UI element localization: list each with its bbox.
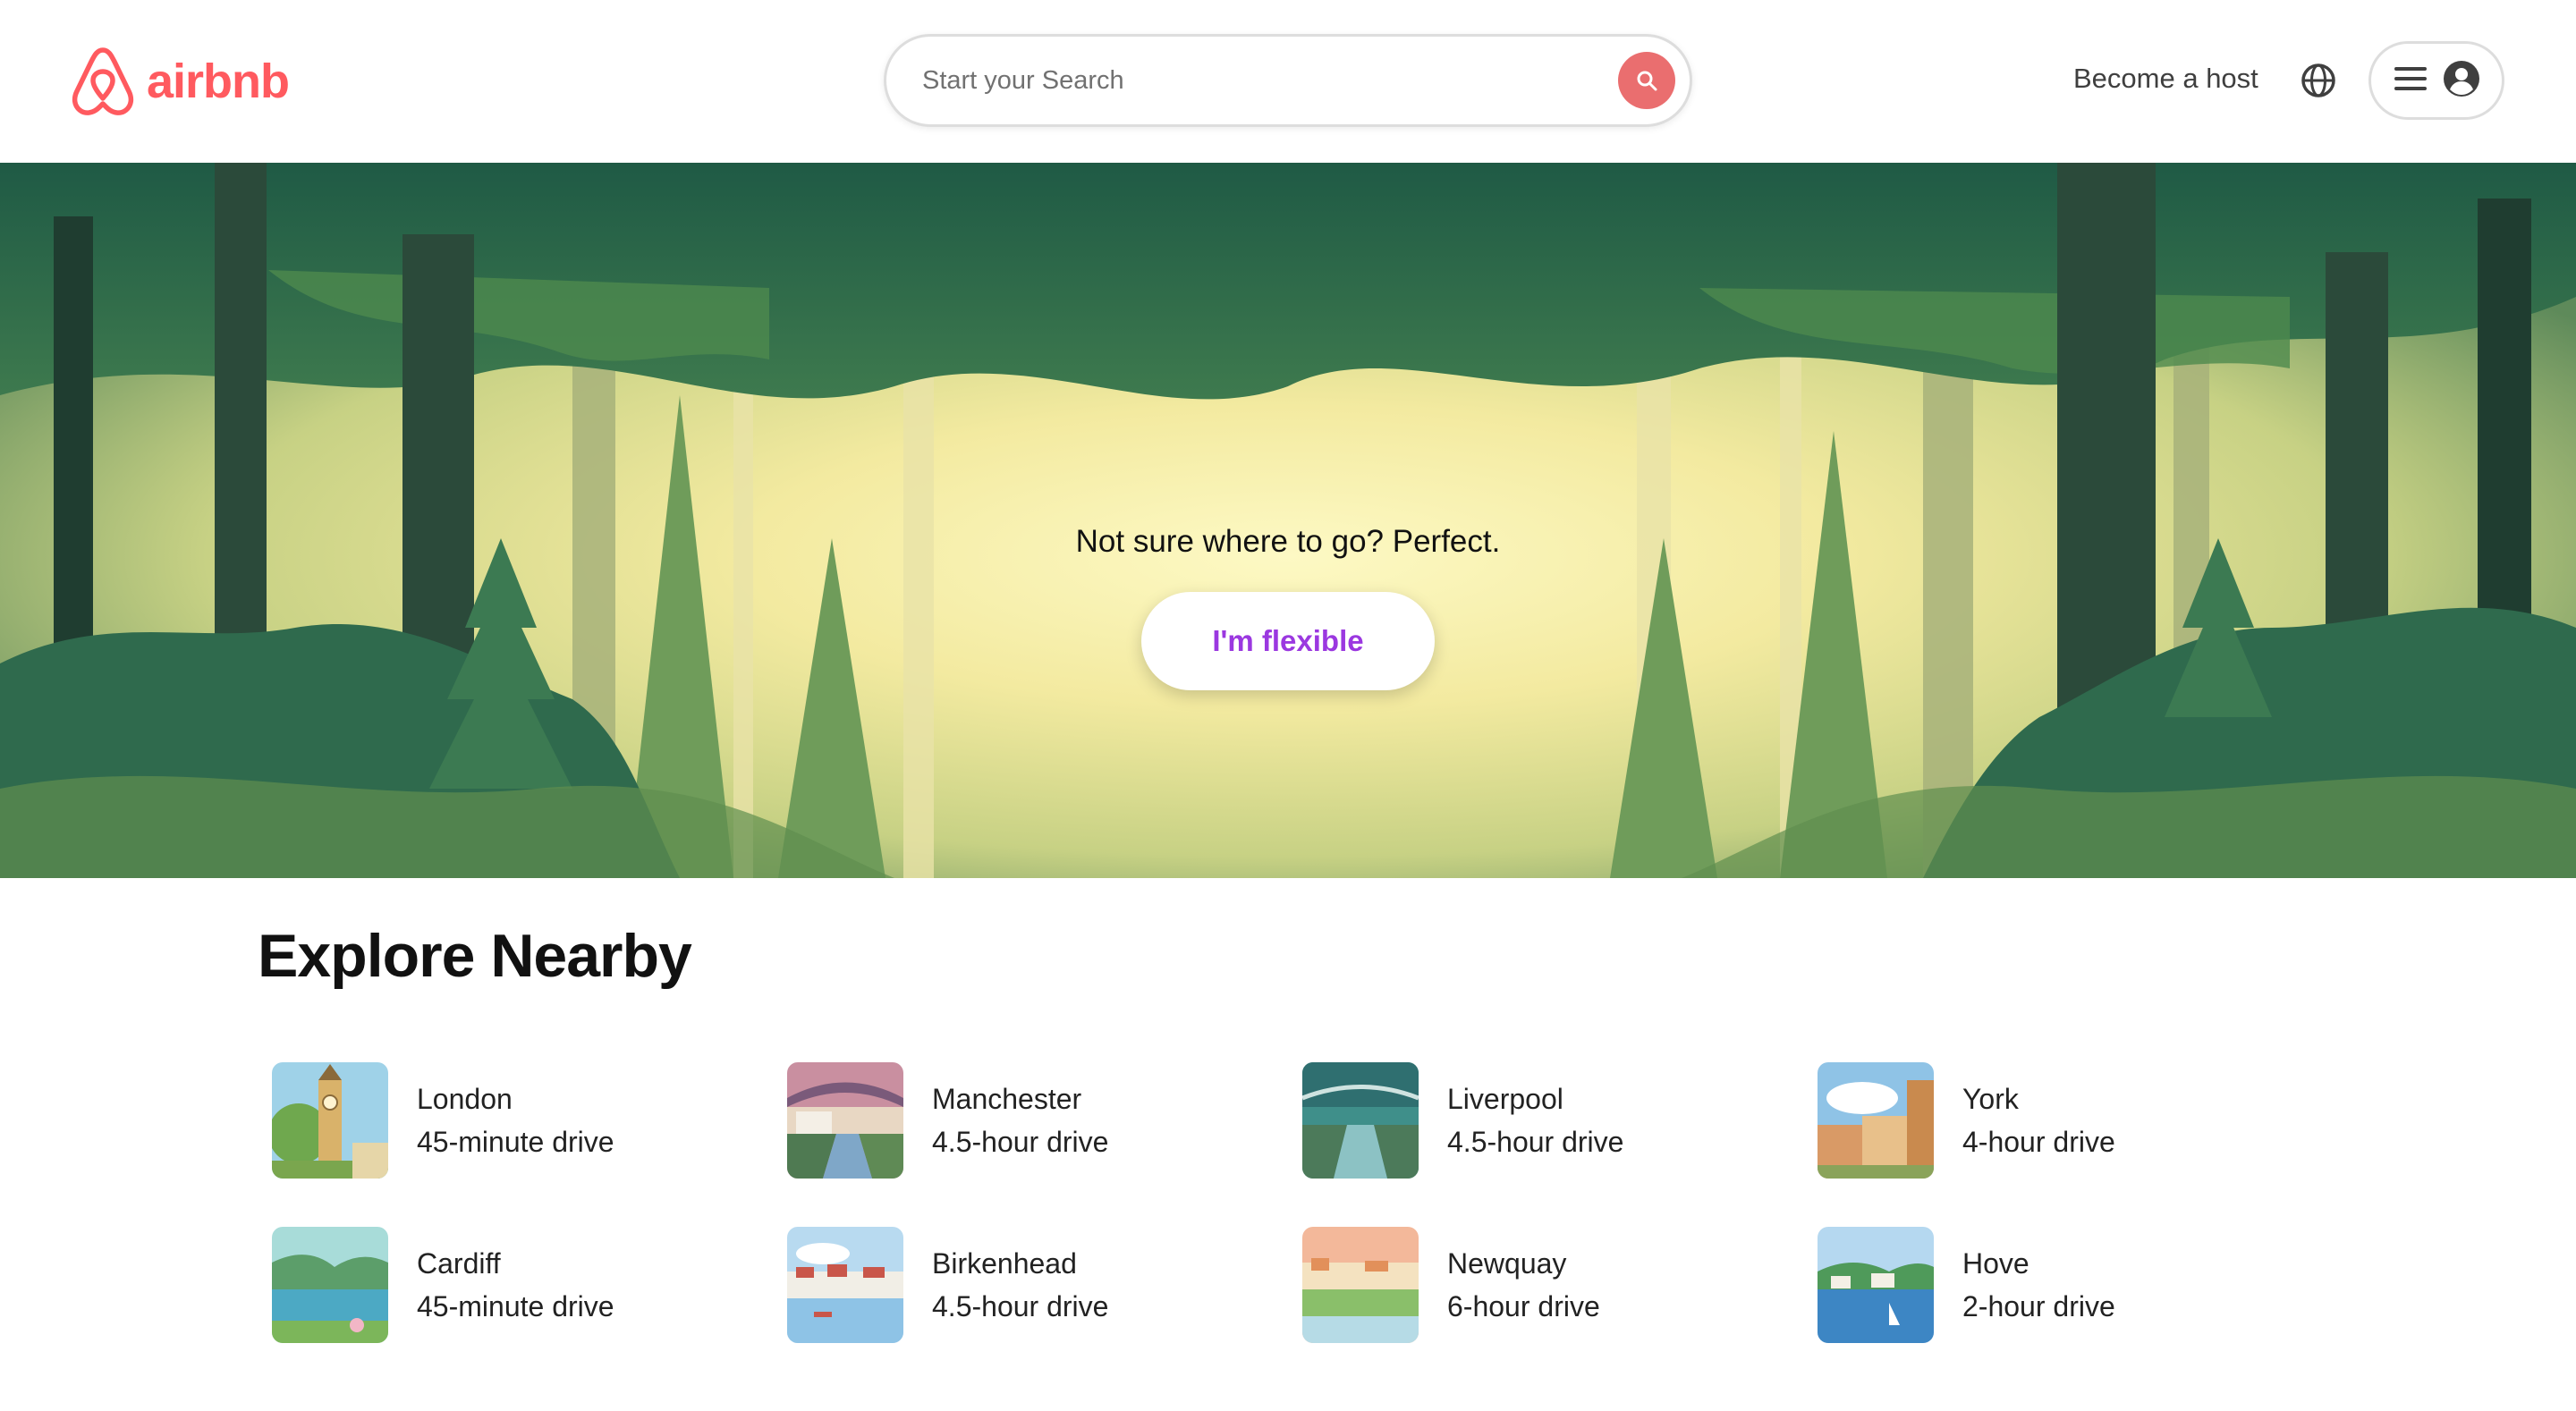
destination-card-london[interactable]: London 45-minute drive — [272, 1062, 719, 1179]
brand-name: airbnb — [147, 55, 290, 108]
destination-drive-time: 2-hour drive — [1962, 1290, 2115, 1322]
destination-drive-time: 4.5-hour drive — [932, 1126, 1109, 1158]
destination-thumbnail — [787, 1227, 903, 1343]
destination-card-liverpool[interactable]: Liverpool 4.5-hour drive — [1302, 1062, 1750, 1179]
explore-nearby-grid: London 45-minute drive Manchester 4.5-ho… — [272, 1062, 2419, 1348]
airbnb-logo-icon — [72, 47, 134, 115]
destination-thumbnail — [787, 1062, 903, 1179]
explore-nearby-heading: Explore Nearby — [258, 922, 692, 990]
im-flexible-button[interactable]: I'm flexible — [1141, 592, 1435, 690]
destination-card-cardiff[interactable]: Cardiff 45-minute drive — [272, 1227, 719, 1343]
destination-city: Birkenhead — [932, 1247, 1077, 1280]
destination-city: Hove — [1962, 1247, 2029, 1280]
destination-thumbnail — [1818, 1227, 1934, 1343]
destination-thumbnail — [1302, 1062, 1419, 1179]
language-button[interactable] — [2299, 61, 2338, 100]
search-icon — [1637, 71, 1657, 91]
destination-drive-time: 45-minute drive — [417, 1290, 614, 1322]
user-menu-button[interactable] — [2368, 41, 2504, 120]
search-bar[interactable] — [884, 34, 1692, 127]
destination-card-manchester[interactable]: Manchester 4.5-hour drive — [787, 1062, 1234, 1179]
hero-title: Not sure where to go? Perfect. — [1075, 524, 1501, 559]
hero-banner: Not sure where to go? Perfect. I'm flexi… — [0, 163, 2576, 878]
search-button[interactable] — [1618, 52, 1675, 109]
destination-thumbnail — [272, 1062, 388, 1179]
airbnb-logo[interactable]: airbnb — [70, 45, 290, 118]
destination-card-york[interactable]: York 4-hour drive — [1818, 1062, 2265, 1179]
destination-city: York — [1962, 1083, 2019, 1115]
destination-city: Cardiff — [417, 1247, 501, 1280]
menu-icon — [2394, 65, 2427, 97]
destination-drive-time: 6-hour drive — [1447, 1290, 1600, 1322]
destination-drive-time: 4-hour drive — [1962, 1126, 2115, 1158]
destination-city: London — [417, 1083, 513, 1115]
destination-drive-time: 45-minute drive — [417, 1126, 614, 1158]
destination-thumbnail — [272, 1227, 388, 1343]
destination-drive-time: 4.5-hour drive — [1447, 1126, 1624, 1158]
destination-thumbnail — [1818, 1062, 1934, 1179]
user-avatar-icon — [2443, 60, 2480, 102]
top-header: airbnb Become a host — [0, 0, 2576, 163]
become-a-host-link[interactable]: Become a host — [2073, 63, 2258, 95]
destination-card-newquay[interactable]: Newquay 6-hour drive — [1302, 1227, 1750, 1343]
forest-illustration — [0, 163, 2576, 878]
destination-city: Liverpool — [1447, 1083, 1563, 1115]
globe-icon — [2301, 63, 2335, 97]
destination-city: Newquay — [1447, 1247, 1567, 1280]
destination-city: Manchester — [932, 1083, 1082, 1115]
destination-card-hove[interactable]: Hove 2-hour drive — [1818, 1227, 2265, 1343]
destination-thumbnail — [1302, 1227, 1419, 1343]
search-input[interactable] — [922, 37, 1584, 124]
destination-card-birkenhead[interactable]: Birkenhead 4.5-hour drive — [787, 1227, 1234, 1343]
destination-drive-time: 4.5-hour drive — [932, 1290, 1109, 1322]
